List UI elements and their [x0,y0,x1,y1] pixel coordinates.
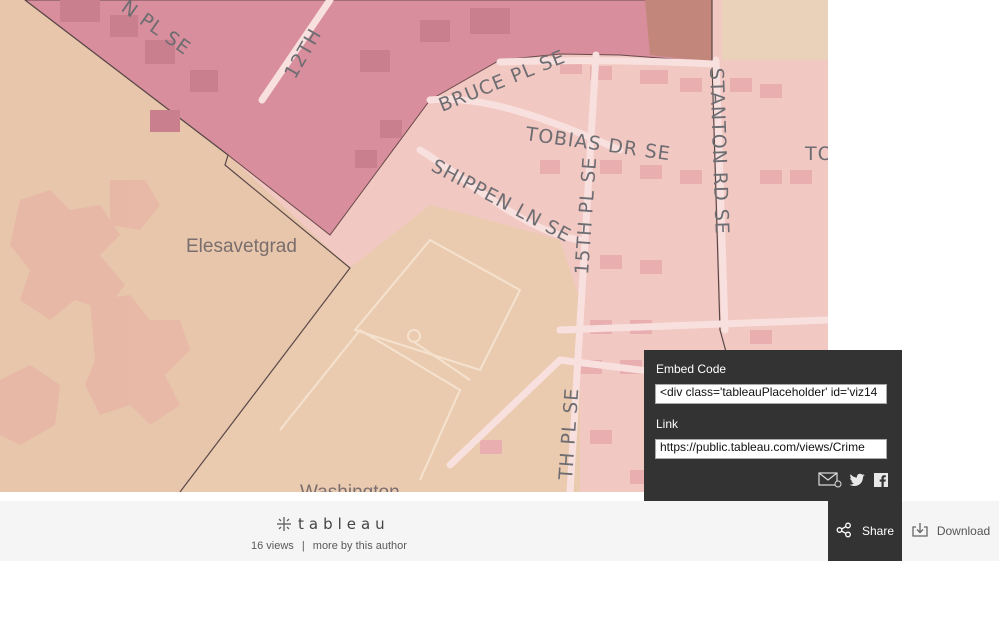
tableau-logo[interactable]: tableau [276,514,388,534]
share-panel: Embed Code <div class='tableauPlaceholde… [644,350,902,501]
tableau-wordmark: tableau [298,515,390,533]
stats-separator: | [301,540,305,552]
link-field[interactable]: https://public.tableau.com/views/Crime [655,439,887,459]
link-value: https://public.tableau.com/views/Crime [660,440,865,454]
viz-toolbar [0,501,828,561]
share-icon [836,522,852,541]
download-icon [911,522,929,541]
place-label-elesavetgrad: Elesavetgrad [186,236,297,257]
tableau-logo-icon [276,516,292,532]
place-label-washington: Washington [300,482,400,492]
email-icon[interactable] [818,472,842,488]
download-button[interactable]: Download [902,501,999,561]
viz-stats: 16 views | more by this author [251,540,407,552]
share-button[interactable]: Share [828,501,902,561]
map-margin [828,0,1004,350]
twitter-icon[interactable] [848,472,866,488]
street-label-to: TO [804,143,828,165]
download-label: Download [936,524,991,538]
embed-code-value: <div class='tableauPlaceholder' id='viz1… [660,385,878,399]
share-label: Share [861,524,895,538]
view-count: 16 views [251,540,294,552]
facebook-icon[interactable] [873,472,889,488]
embed-code-field[interactable]: <div class='tableauPlaceholder' id='viz1… [655,384,887,404]
more-by-author-link[interactable]: more by this author [313,540,407,552]
embed-code-label: Embed Code [656,362,727,376]
link-label: Link [656,417,679,431]
